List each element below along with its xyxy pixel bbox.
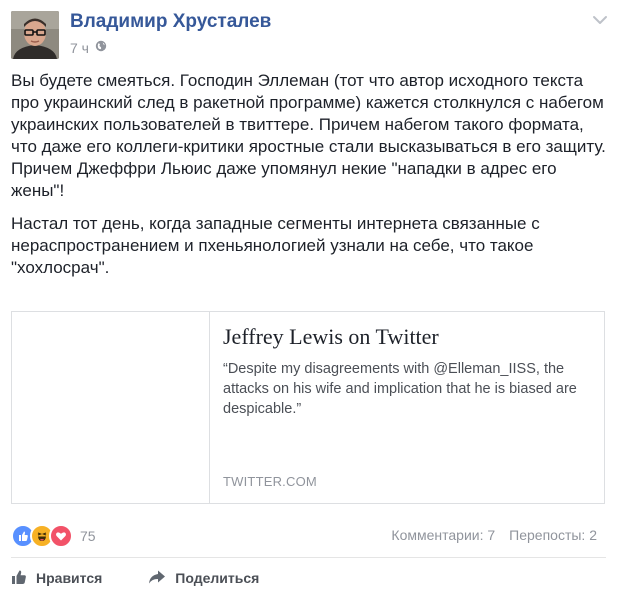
love-icon [49, 524, 73, 548]
action-bar: Нравится Поделиться [11, 567, 259, 589]
facebook-post: Владимир Хрусталев 7 ч Вы будете смеятьс… [0, 0, 617, 595]
engagement-stats: Комментарии: 7 Перепосты: 2 [391, 527, 597, 543]
like-button-label: Нравится [36, 570, 103, 586]
share-arrow-icon [148, 569, 166, 588]
reaction-count: 75 [80, 528, 96, 544]
link-preview-domain: TWITTER.COM [223, 474, 317, 489]
like-button[interactable]: Нравится [11, 567, 102, 589]
comments-count-link[interactable]: Комментарии: 7 [391, 527, 495, 543]
link-preview-card[interactable]: Jeffrey Lewis on Twitter “Despite my dis… [11, 311, 605, 504]
post-options-chevron-icon[interactable] [590, 12, 610, 30]
thumbs-up-icon [11, 569, 27, 588]
link-preview-description: “Despite my disagreements with @Elleman_… [223, 361, 577, 417]
link-preview-thumbnail [12, 312, 210, 503]
timestamp[interactable]: 7 ч [70, 40, 89, 56]
link-preview-content: Jeffrey Lewis on Twitter “Despite my dis… [223, 324, 593, 419]
reactions-summary[interactable]: 75 [11, 524, 96, 548]
share-button[interactable]: Поделиться [148, 567, 259, 589]
shares-count-link[interactable]: Перепосты: 2 [509, 527, 597, 543]
post-body: Вы будете смеяться. Господин Эллеман (то… [11, 70, 607, 290]
post-paragraph: Вы будете смеяться. Господин Эллеман (то… [11, 71, 606, 200]
link-preview-title: Jeffrey Lewis on Twitter [223, 324, 439, 349]
globe-icon[interactable] [95, 39, 107, 57]
avatar[interactable] [11, 11, 59, 59]
divider [11, 557, 606, 558]
post-meta: 7 ч [70, 38, 107, 58]
post-paragraph: Настал тот день, когда западные сегменты… [11, 214, 540, 277]
author-name[interactable]: Владимир Хрусталев [70, 11, 271, 33]
share-button-label: Поделиться [175, 570, 260, 586]
